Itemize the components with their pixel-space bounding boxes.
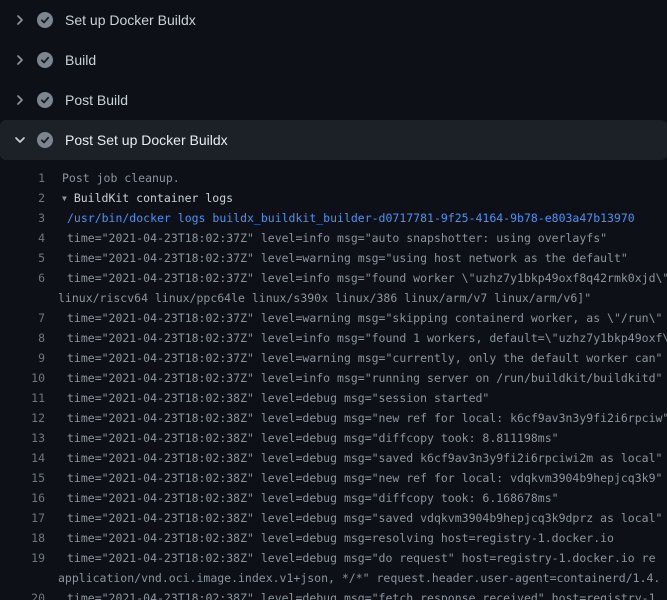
log-line-number[interactable]: 19 [0, 548, 45, 568]
log-line-number[interactable]: 7 [0, 308, 45, 328]
log-line: 17time="2021-04-23T18:02:38Z" level=debu… [0, 508, 667, 528]
log-line-number [0, 568, 45, 588]
log-line-text: time="2021-04-23T18:02:38Z" level=debug … [45, 448, 662, 468]
log-line-number[interactable]: 12 [0, 408, 45, 428]
step-row-set-up-docker-buildx[interactable]: Set up Docker Buildx [0, 0, 667, 40]
log-line-text: time="2021-04-23T18:02:37Z" level=warnin… [45, 248, 628, 268]
log-line: 8time="2021-04-23T18:02:37Z" level=info … [0, 328, 667, 348]
step-row-post-set-up-docker-buildx[interactable]: Post Set up Docker Buildx [0, 120, 667, 160]
log-line-text: Post job cleanup. [45, 168, 180, 188]
log-group-title: BuildKit container logs [74, 191, 233, 205]
steps-list: Set up Docker Buildx Build Post Build Post … [0, 0, 667, 160]
triangle-down-icon: ▼ [62, 189, 67, 209]
log-line: 1Post job cleanup. [0, 168, 667, 188]
log-line: 9time="2021-04-23T18:02:37Z" level=warni… [0, 348, 667, 368]
actions-log-viewer: Set up Docker Buildx Build Post Build Post … [0, 0, 667, 600]
log-line-number[interactable]: 11 [0, 388, 45, 408]
log-line: application/vnd.oci.image.index.v1+json,… [0, 568, 667, 588]
step-label: Post Build [65, 92, 128, 108]
log-line-text: linux/riscv64 linux/ppc64le linux/s390x … [45, 288, 591, 308]
log-line: 18time="2021-04-23T18:02:38Z" level=debu… [0, 528, 667, 548]
log-line-number[interactable]: 17 [0, 508, 45, 528]
log-line: 15time="2021-04-23T18:02:38Z" level=debu… [0, 468, 667, 488]
log-line-number [0, 288, 45, 308]
log-line-number[interactable]: 9 [0, 348, 45, 368]
log-line-text: time="2021-04-23T18:02:37Z" level=info m… [45, 228, 607, 248]
log-line-text: time="2021-04-23T18:02:37Z" level=warnin… [45, 348, 662, 368]
chevron-right-icon [12, 12, 28, 28]
log-line-text: application/vnd.oci.image.index.v1+json,… [45, 568, 660, 588]
log-line-number[interactable]: 8 [0, 328, 45, 348]
step-label: Post Set up Docker Buildx [65, 132, 228, 148]
step-label: Build [65, 52, 96, 68]
log-line-number[interactable]: 1 [0, 168, 45, 188]
log-line-number[interactable]: 3 [0, 208, 45, 228]
log-line: 14time="2021-04-23T18:02:38Z" level=debu… [0, 448, 667, 468]
log-line-text: time="2021-04-23T18:02:37Z" level=info m… [45, 268, 667, 288]
log-line: 10time="2021-04-23T18:02:37Z" level=info… [0, 368, 667, 388]
log-line-text: time="2021-04-23T18:02:38Z" level=debug … [45, 528, 614, 548]
chevron-right-icon [12, 92, 28, 108]
log-line: 16time="2021-04-23T18:02:38Z" level=debu… [0, 488, 667, 508]
log-line-number[interactable]: 16 [0, 488, 45, 508]
log-line: 11time="2021-04-23T18:02:38Z" level=debu… [0, 388, 667, 408]
log-line: 6time="2021-04-23T18:02:37Z" level=info … [0, 268, 667, 288]
log-line-text: time="2021-04-23T18:02:38Z" level=debug … [45, 388, 489, 408]
check-circle-icon [37, 12, 53, 28]
log-line: 20time="2021-04-23T18:02:38Z" level=debu… [0, 588, 667, 600]
log-line-number[interactable]: 13 [0, 428, 45, 448]
log-line-text: time="2021-04-23T18:02:38Z" level=debug … [45, 408, 667, 428]
log-line: 13time="2021-04-23T18:02:38Z" level=debu… [0, 428, 667, 448]
log-line-number[interactable]: 10 [0, 368, 45, 388]
log-line-number[interactable]: 2 [0, 188, 45, 208]
check-circle-icon [37, 132, 53, 148]
step-label: Set up Docker Buildx [65, 12, 196, 28]
chevron-down-icon [12, 132, 28, 148]
log-line-text: time="2021-04-23T18:02:38Z" level=debug … [45, 468, 662, 488]
log-line-number[interactable]: 5 [0, 248, 45, 268]
step-row-post-build[interactable]: Post Build [0, 80, 667, 120]
log-line: linux/riscv64 linux/ppc64le linux/s390x … [0, 288, 667, 308]
log-line: 3/usr/bin/docker logs buildx_buildkit_bu… [0, 208, 667, 228]
log-line: 12time="2021-04-23T18:02:38Z" level=debu… [0, 408, 667, 428]
log-line-text: time="2021-04-23T18:02:38Z" level=debug … [45, 508, 662, 528]
log-line-text: time="2021-04-23T18:02:38Z" level=debug … [45, 588, 656, 600]
log-line-text: time="2021-04-23T18:02:38Z" level=debug … [45, 428, 559, 448]
log-line: 2 ▼ BuildKit container logs [0, 188, 667, 208]
log-line-number[interactable]: 20 [0, 588, 45, 600]
log-line: 7time="2021-04-23T18:02:37Z" level=warni… [0, 308, 667, 328]
log-line-text: time="2021-04-23T18:02:37Z" level=info m… [45, 368, 662, 388]
log-line-text: /usr/bin/docker logs buildx_buildkit_bui… [45, 208, 635, 228]
log-output: 1Post job cleanup.2 ▼ BuildKit container l… [0, 160, 667, 600]
log-line: 19time="2021-04-23T18:02:38Z" level=debu… [0, 548, 667, 568]
chevron-right-icon [12, 52, 28, 68]
log-group-toggle[interactable]: ▼ BuildKit container logs [45, 188, 233, 208]
log-line-text: time="2021-04-23T18:02:38Z" level=debug … [45, 548, 656, 568]
log-line-text: time="2021-04-23T18:02:37Z" level=info m… [45, 328, 667, 348]
log-line-number[interactable]: 18 [0, 528, 45, 548]
check-circle-icon [37, 52, 53, 68]
log-line-text: time="2021-04-23T18:02:38Z" level=debug … [45, 488, 559, 508]
log-line-number[interactable]: 4 [0, 228, 45, 248]
log-line-number[interactable]: 14 [0, 448, 45, 468]
log-line: 4time="2021-04-23T18:02:37Z" level=info … [0, 228, 667, 248]
log-line-text: time="2021-04-23T18:02:37Z" level=warnin… [45, 308, 662, 328]
step-row-build[interactable]: Build [0, 40, 667, 80]
check-circle-icon [37, 92, 53, 108]
log-line: 5time="2021-04-23T18:02:37Z" level=warni… [0, 248, 667, 268]
log-line-number[interactable]: 15 [0, 468, 45, 488]
log-line-number[interactable]: 6 [0, 268, 45, 288]
